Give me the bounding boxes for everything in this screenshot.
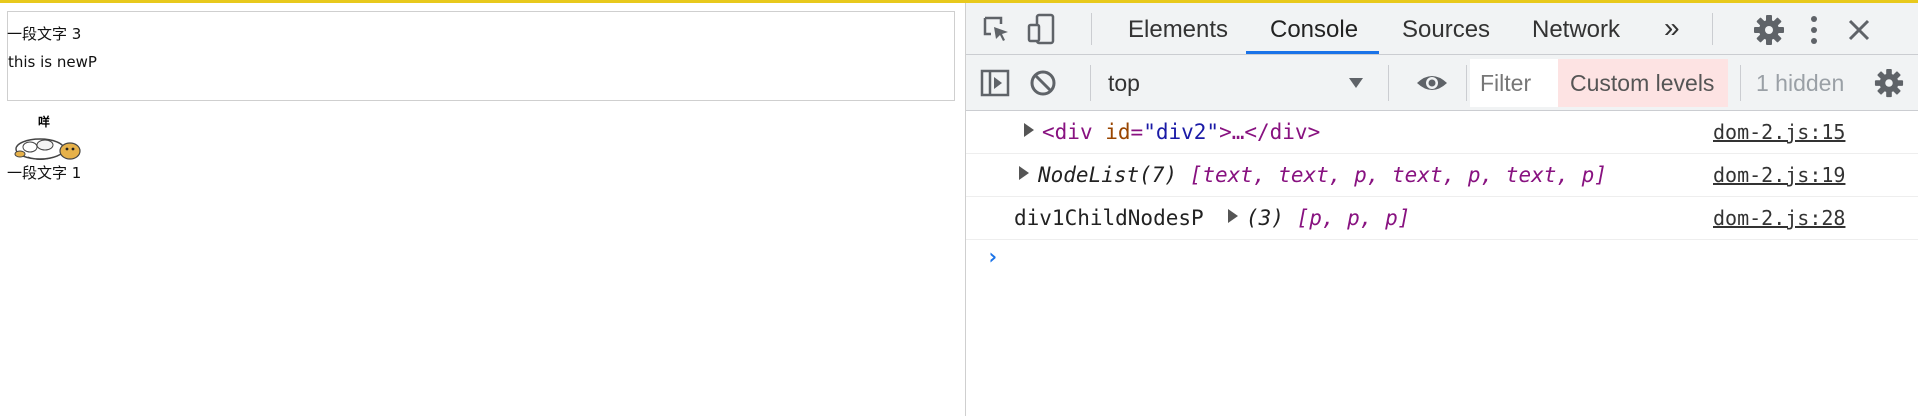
log-label: div1ChildNodesP — [1014, 206, 1204, 230]
devtools-panel: Elements Console Sources Network » top F… — [966, 3, 1918, 416]
paragraph-text-1: 一段文字 1 — [7, 164, 82, 182]
toolbar-separator — [1091, 13, 1092, 45]
tab-sources[interactable]: Sources — [1402, 3, 1490, 55]
console-toolbar: top Filter Custom levels 1 hidden — [966, 55, 1918, 111]
inspect-element-icon[interactable] — [978, 11, 1014, 47]
device-toolbar-icon[interactable] — [1024, 11, 1060, 47]
live-expression-eye-icon[interactable] — [1412, 67, 1452, 99]
console-prompt-icon[interactable]: › — [986, 245, 999, 270]
source-link[interactable]: dom-2.js:19 — [1713, 163, 1845, 187]
console-row: <div id="div2">…</div> dom-2.js:15 — [966, 111, 1918, 154]
source-link[interactable]: dom-2.js:15 — [1713, 120, 1845, 144]
console-settings-gear-icon[interactable] — [1872, 67, 1906, 99]
element-preview[interactable]: <div id="div2">…</div> — [1042, 120, 1320, 144]
tab-console[interactable]: Console — [1270, 3, 1358, 55]
settings-gear-icon[interactable] — [1752, 13, 1786, 47]
toolbar-separator — [1090, 65, 1091, 101]
toolbar-separator — [1466, 65, 1467, 101]
devtools-tabbar: Elements Console Sources Network » — [966, 3, 1918, 55]
expand-triangle-icon[interactable] — [1024, 123, 1034, 137]
context-selector[interactable]: top — [1108, 55, 1140, 111]
toolbar-separator — [1712, 13, 1713, 45]
sheep-image: 咩 — [10, 113, 82, 169]
paragraph-new-p: this is newP — [8, 53, 97, 71]
active-tab-indicator — [1246, 51, 1379, 54]
paragraph-text-3: 一段文字 3 — [7, 25, 82, 43]
log-levels-dropdown[interactable]: Custom levels — [1558, 59, 1728, 107]
expand-triangle-icon[interactable] — [1228, 209, 1238, 223]
div-container — [7, 11, 955, 101]
page-viewport: 一段文字 3 this is newP 咩 一段文字 1 — [0, 3, 965, 416]
toolbar-separator — [1388, 65, 1389, 101]
toolbar-separator — [1740, 65, 1741, 101]
expand-triangle-icon[interactable] — [1019, 166, 1029, 180]
filter-input[interactable]: Filter — [1470, 59, 1558, 107]
source-link[interactable]: dom-2.js:28 — [1713, 206, 1845, 230]
show-sidebar-icon[interactable] — [978, 67, 1012, 99]
clear-console-icon[interactable] — [1026, 67, 1060, 99]
array-preview[interactable]: (3) [p, p, p] — [1246, 206, 1410, 230]
tab-network[interactable]: Network — [1532, 3, 1620, 55]
console-row: div1ChildNodesP (3) [p, p, p] dom-2.js:2… — [966, 197, 1918, 240]
more-options-icon[interactable] — [1802, 13, 1826, 47]
console-messages: <div id="div2">…</div> dom-2.js:15 NodeL… — [966, 111, 1918, 416]
context-dropdown-arrow-icon[interactable] — [1346, 73, 1366, 93]
close-icon[interactable] — [1842, 13, 1876, 47]
more-tabs-icon[interactable]: » — [1664, 3, 1680, 55]
console-row: NodeList(7) [text, text, p, text, p, tex… — [966, 154, 1918, 197]
tab-elements[interactable]: Elements — [1128, 3, 1228, 55]
hidden-messages-count: 1 hidden — [1756, 70, 1845, 96]
nodelist-preview[interactable]: NodeList(7) [text, text, p, text, p, tex… — [1038, 163, 1607, 187]
